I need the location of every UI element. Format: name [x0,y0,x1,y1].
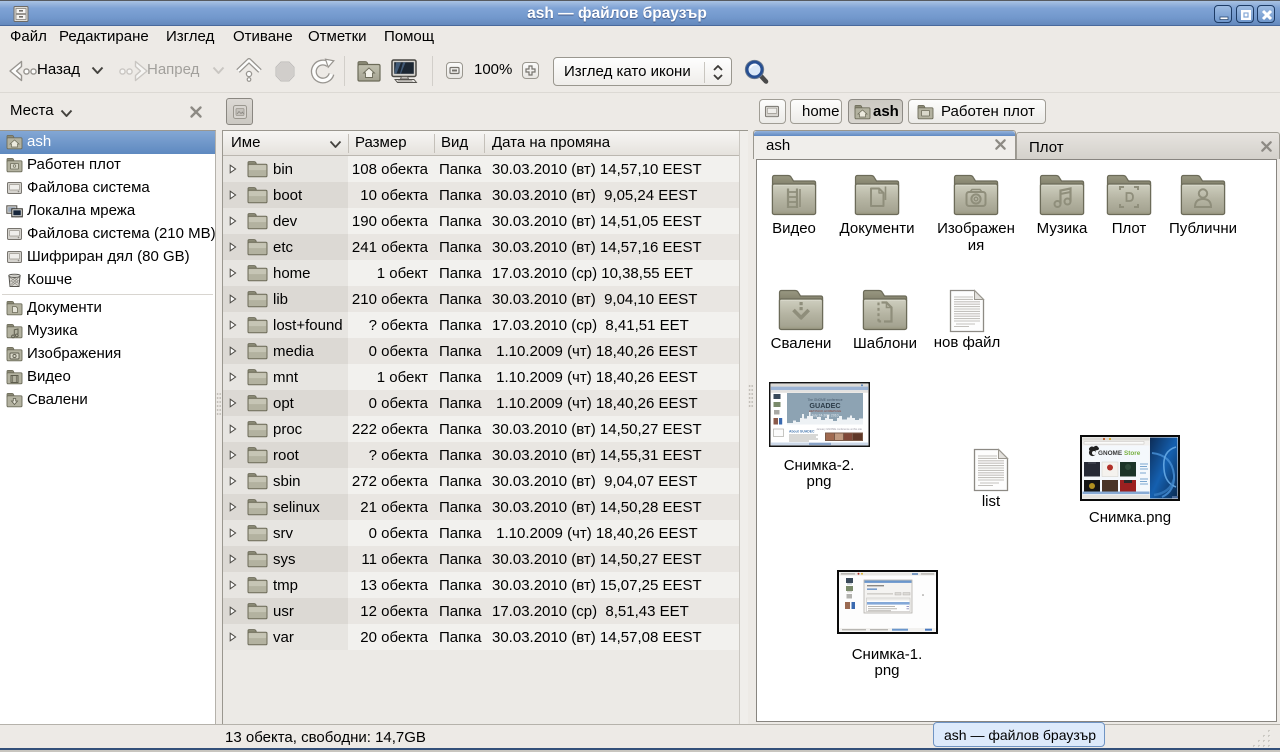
svg-text:GNOME: GNOME [1098,450,1123,457]
svg-text:Store: Store [1124,450,1141,457]
svg-text:January GNOME conference at th: January GNOME conference at this site [816,427,862,431]
svg-text:July 24-30th 2010: July 24-30th 2010 [811,414,838,418]
svg-text:HET.PACK.HOMEPAGE: HET.PACK.HOMEPAGE [808,409,840,413]
svg-text:About GUADEC: About GUADEC [789,430,815,434]
